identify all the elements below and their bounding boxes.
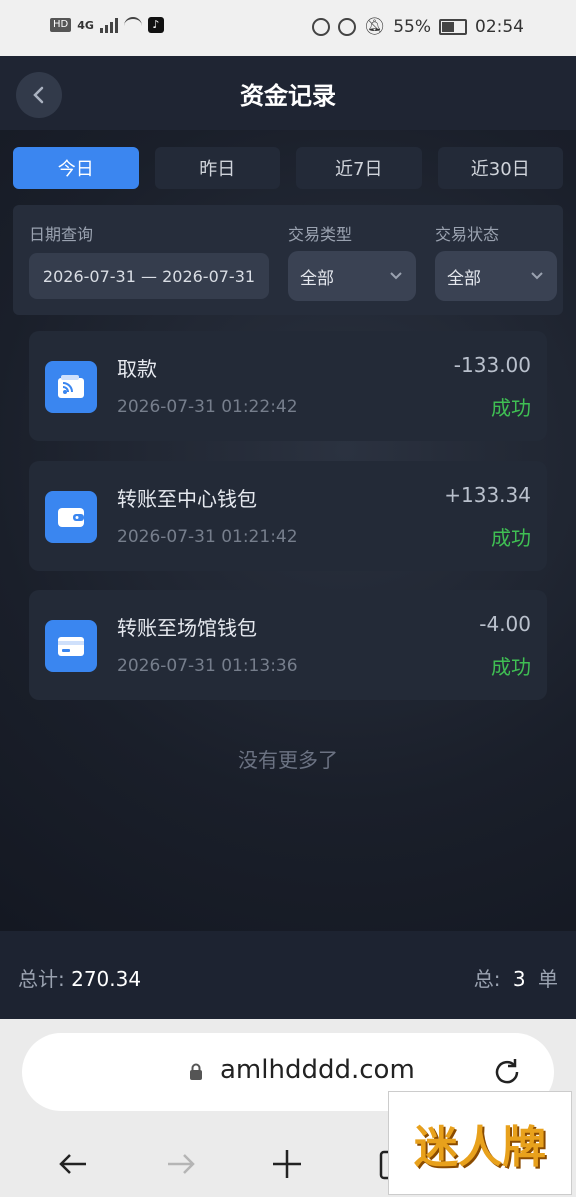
record-amount: -4.00: [479, 612, 531, 636]
app-header: 资金记录: [0, 56, 576, 130]
date-range-picker[interactable]: 2026-07-31 — 2026-07-31: [29, 253, 269, 299]
summary-bar: 总计: 270.34 总: 3 单: [0, 931, 576, 1019]
tab-7days[interactable]: 近7日: [296, 147, 422, 189]
battery-percent: 55%: [393, 17, 431, 37]
total-count: 总: 3 单: [474, 963, 558, 992]
status-left: HD 4G ♪: [50, 17, 164, 33]
type-select-value: 全部: [300, 268, 334, 289]
status-select[interactable]: 全部: [435, 251, 557, 301]
eye-icon: [311, 18, 330, 36]
main-content: 今日 昨日 近7日 近30日 日期查询 2026-07-31 — 2026-07…: [0, 130, 576, 931]
no-more-text: 没有更多了: [238, 748, 338, 772]
alarm-icon: [337, 18, 356, 36]
record-title: 转账至中心钱包: [117, 487, 257, 511]
back-arrow-icon[interactable]: [56, 1147, 90, 1181]
record-time: 2026-07-31 01:21:42: [117, 527, 298, 547]
forward-arrow-icon[interactable]: [164, 1147, 198, 1181]
new-tab-icon[interactable]: [270, 1147, 304, 1181]
wallet-icon: [45, 361, 97, 413]
filter-panel: 日期查询 2026-07-31 — 2026-07-31 交易类型 全部 交易状…: [13, 205, 563, 315]
clock: 02:54: [475, 17, 524, 37]
record-amount: +133.34: [444, 483, 531, 507]
date-query-label: 日期查询: [29, 225, 94, 244]
wifi-icon: [123, 17, 142, 33]
total-amount: 总计: 270.34: [18, 963, 141, 992]
page-title: 资金记录: [240, 82, 336, 110]
record-time: 2026-07-31 01:22:42: [117, 397, 298, 417]
card-icon: [45, 620, 97, 672]
watermark-logo: 迷人牌: [388, 1091, 572, 1195]
type-select[interactable]: 全部: [288, 251, 416, 301]
type-label: 交易类型: [288, 225, 353, 244]
record-status: 成功: [491, 396, 531, 420]
record-title: 取款: [117, 357, 157, 381]
url-text: amlhdddd.com: [220, 1055, 415, 1085]
record-amount: -133.00: [453, 353, 531, 377]
chevron-down-icon: [390, 272, 402, 280]
browser-toolbar: amlhdddd.com 迷人牌: [0, 1019, 576, 1197]
record-status: 成功: [491, 526, 531, 550]
status-bar: HD 4G ♪ 🔕︎ 55% 02:54: [0, 0, 576, 56]
record-title: 转账至场馆钱包: [117, 616, 257, 640]
count-label: 总:: [473, 967, 501, 991]
network-badge: 4G: [77, 18, 94, 32]
status-right: 🔕︎ 55% 02:54: [311, 17, 524, 37]
total-value: 270.34: [71, 967, 142, 991]
battery-icon: [439, 19, 467, 35]
tab-yesterday[interactable]: 昨日: [154, 147, 280, 189]
mute-icon: 🔕︎: [363, 17, 386, 37]
date-tabs: 今日 昨日 近7日 近30日: [13, 147, 563, 189]
purse-icon: [45, 491, 97, 543]
record-item[interactable]: 转账至场馆钱包 2026-07-31 01:13:36 -4.00 成功: [29, 590, 547, 700]
reload-icon[interactable]: [490, 1055, 524, 1089]
tiktok-icon: ♪: [147, 17, 164, 33]
status-select-value: 全部: [447, 268, 481, 289]
tab-today[interactable]: 今日: [13, 147, 139, 189]
status-label: 交易状态: [435, 225, 500, 244]
record-item[interactable]: 取款 2026-07-31 01:22:42 -133.00 成功: [29, 331, 547, 441]
signal-icon: [99, 17, 118, 33]
hd-badge: HD: [50, 18, 72, 32]
chevron-down-icon: [531, 272, 543, 280]
count-unit: 单: [538, 967, 558, 991]
count-value: 3: [512, 967, 526, 991]
record-status: 成功: [491, 655, 531, 679]
lock-icon: [190, 1063, 202, 1080]
record-time: 2026-07-31 01:13:36: [117, 656, 298, 676]
record-item[interactable]: 转账至中心钱包 2026-07-31 01:21:42 +133.34 成功: [29, 461, 547, 571]
total-label: 总计:: [18, 967, 65, 991]
tab-30days[interactable]: 近30日: [437, 147, 563, 189]
